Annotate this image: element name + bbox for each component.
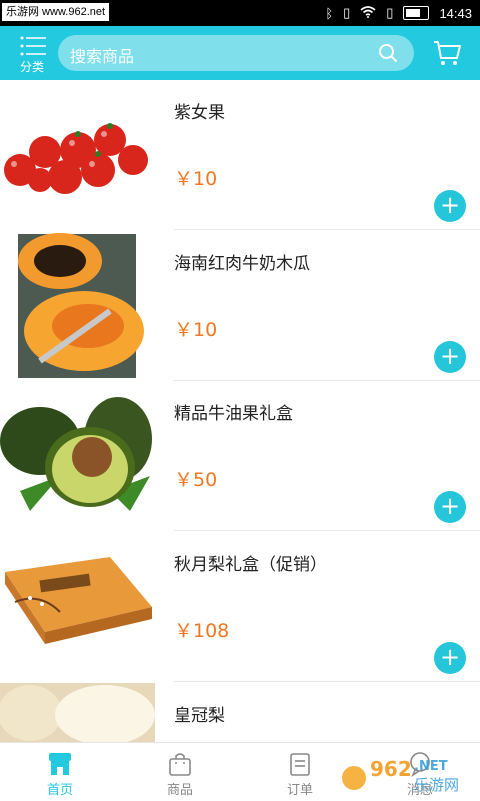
product-image-papaya[interactable] xyxy=(0,231,155,381)
product-item[interactable]: 紫女果 ￥10 + xyxy=(0,80,480,230)
watermark-text: 乐游网 www.962.net xyxy=(2,3,110,21)
tab-label: 商品 xyxy=(166,783,193,798)
shopping-bag-icon xyxy=(169,753,191,776)
bluetooth-icon: ᛒ xyxy=(325,5,334,21)
product-name[interactable]: 紫女果 xyxy=(174,98,225,123)
watermark-logo: 962 .NET 乐游网 xyxy=(342,757,459,794)
no-sim-icon: ▯ xyxy=(343,5,351,20)
product-item[interactable]: 皇冠梨 xyxy=(0,683,480,742)
product-name[interactable]: 海南红肉牛奶木瓜 xyxy=(174,249,310,274)
search-icon[interactable] xyxy=(378,43,398,63)
tab-label: 首页 xyxy=(46,783,73,798)
svg-text:乐游网: 乐游网 xyxy=(414,776,459,794)
product-item[interactable]: 精品牛油果礼盒 ￥50 + xyxy=(0,381,480,531)
divider xyxy=(174,229,480,230)
search-placeholder: 搜索商品 xyxy=(70,47,135,66)
product-name[interactable]: 秋月梨礼盒（促销） xyxy=(174,550,327,575)
product-name[interactable]: 皇冠梨 xyxy=(174,701,225,726)
product-price: ￥10 xyxy=(174,168,218,190)
sim-icon: ▯ xyxy=(386,5,394,20)
add-to-cart-button[interactable]: + xyxy=(434,341,466,373)
status-bar: 乐游网 www.962.net ᛒ ▯ ▯ 14:43 xyxy=(0,0,480,26)
product-price: ￥10 xyxy=(174,319,218,341)
category-list-icon xyxy=(20,36,46,56)
battery-icon xyxy=(403,6,430,20)
product-image-avocado[interactable] xyxy=(0,381,155,531)
product-image-tomatoes[interactable] xyxy=(0,80,155,230)
search-input[interactable]: 搜索商品 xyxy=(58,35,414,71)
add-to-cart-button[interactable]: + xyxy=(434,491,466,523)
svg-text:962: 962 xyxy=(370,757,412,781)
product-price: ￥108 xyxy=(174,620,230,642)
product-item[interactable]: 海南红肉牛奶木瓜 ￥10 + xyxy=(0,231,480,381)
cart-icon[interactable] xyxy=(432,38,462,68)
product-name[interactable]: 精品牛油果礼盒 xyxy=(174,399,293,424)
status-icons: ᛒ ▯ ▯ 14:43 xyxy=(325,0,472,26)
product-image-pear-gift-box[interactable] xyxy=(0,532,155,682)
product-image-crown-pear[interactable] xyxy=(0,683,155,742)
tab-products[interactable]: 商品 xyxy=(120,743,240,801)
product-price: ￥50 xyxy=(174,469,218,491)
tab-home[interactable]: 首页 xyxy=(0,743,120,801)
order-list-icon xyxy=(290,753,310,776)
wifi-icon xyxy=(360,5,376,21)
product-list[interactable]: 紫女果 ￥10 + 海南红肉牛奶木瓜 ￥10 + 精品牛油果礼盒 ￥50 + 秋… xyxy=(0,80,480,742)
divider xyxy=(174,530,480,531)
home-store-icon xyxy=(49,753,71,775)
divider xyxy=(174,681,480,682)
product-item[interactable]: 秋月梨礼盒（促销） ￥108 + xyxy=(0,532,480,682)
category-label: 分类 xyxy=(19,60,44,74)
add-to-cart-button[interactable]: + xyxy=(434,190,466,222)
svg-text:.NET: .NET xyxy=(414,759,448,774)
app-header: 分类 搜索商品 xyxy=(0,26,480,80)
clock: 14:43 xyxy=(439,5,472,21)
add-to-cart-button[interactable]: + xyxy=(434,642,466,674)
category-button[interactable]: 分类 xyxy=(14,32,50,76)
